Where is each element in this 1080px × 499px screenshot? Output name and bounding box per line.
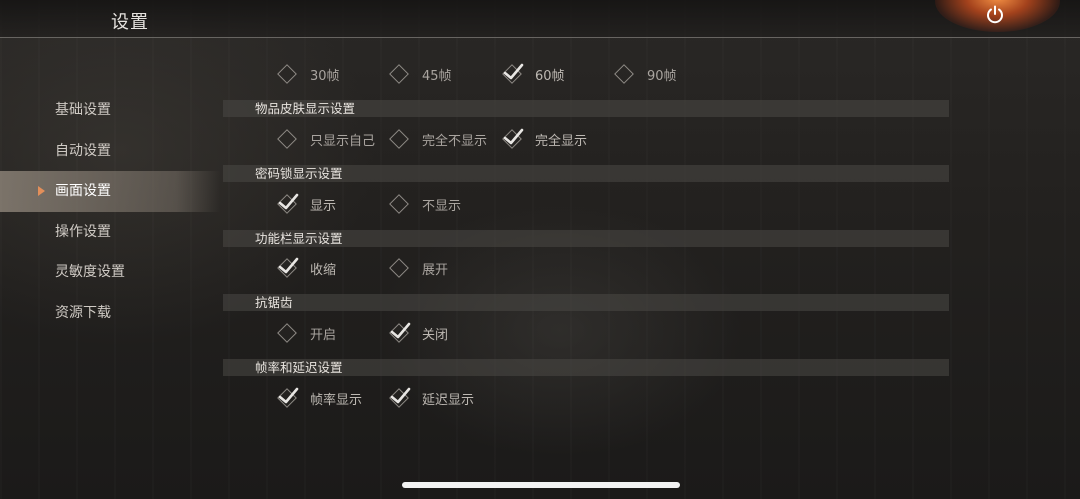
option-label: 显示 [310,198,337,214]
option-label: 收缩 [310,262,337,278]
home-indicator [402,482,680,488]
sidebar-item-label: 画面设置 [55,183,111,200]
checkbox [613,63,635,85]
sidebar-item-label: 基础设置 [55,102,111,118]
sidebar-item-label: 自动设置 [55,142,111,159]
sidebar-item-label: 灵敏度设置 [55,264,125,281]
checkbox [276,128,298,150]
option-latency-display[interactable]: 延迟显示 [388,387,474,409]
checkbox [388,257,410,279]
option-label: 90帧 [647,68,677,84]
section-header-fps-latency: 帧率和延迟设置 [223,359,949,376]
check-icon [503,128,524,145]
option-label: 30帧 [310,68,340,84]
check-icon [503,63,524,80]
sidebar-item-downloads[interactable]: 资源下载 [0,293,220,334]
option-lock-hide[interactable]: 不显示 [388,193,461,215]
checkbox [276,63,298,85]
option-label: 只显示自己 [310,133,376,149]
checkbox [388,63,410,85]
sidebar-item-display[interactable]: 画面设置 [0,171,220,212]
checkbox [388,387,411,409]
option-aa-on[interactable]: 开启 [276,322,336,344]
sidebar-item-sensitivity[interactable]: 灵敏度设置 [0,252,220,293]
diamond-icon [389,64,409,84]
checkbox [276,257,299,279]
option-label: 45帧 [422,68,452,84]
check-icon [278,193,299,210]
active-arrow-icon [38,186,45,197]
checkbox [388,128,410,150]
option-90fps[interactable]: 90帧 [613,63,677,85]
option-label: 展开 [422,262,449,278]
diamond-icon [389,194,409,214]
check-icon [390,387,411,404]
option-30fps[interactable]: 30帧 [276,63,340,85]
sidebar-item-auto[interactable]: 自动设置 [0,131,220,172]
diamond-icon [277,323,297,343]
settings-screen: 设置 基础设置 自动设置 画面设置 操作设置 灵敏度设置 资源下载 30帧 45… [0,0,1080,499]
option-lock-show[interactable]: 显示 [276,193,336,215]
checkbox [388,193,410,215]
option-show-self[interactable]: 只显示自己 [276,128,375,150]
top-bar: 设置 [0,0,1080,38]
section-header-item-skin: 物品皮肤显示设置 [223,100,949,117]
diamond-icon [389,129,409,149]
option-label: 开启 [310,327,337,343]
sidebar-item-basic[interactable]: 基础设置 [0,90,220,131]
checkbox [276,193,299,215]
option-60fps[interactable]: 60帧 [501,63,565,85]
check-icon [278,387,299,404]
section-header-function-bar: 功能栏显示设置 [223,230,949,247]
sidebar-item-label: 操作设置 [55,223,111,240]
option-fps-display[interactable]: 帧率显示 [276,387,362,409]
option-45fps[interactable]: 45帧 [388,63,452,85]
power-icon [987,5,1003,24]
option-label: 帧率显示 [310,392,363,408]
check-icon [278,257,299,274]
checkbox [501,63,524,85]
diamond-icon [277,64,297,84]
checkbox [276,387,299,409]
option-bar-expand[interactable]: 展开 [388,257,448,279]
section-header-anti-aliasing: 抗锯齿 [223,294,949,311]
option-aa-off[interactable]: 关闭 [388,322,448,344]
diamond-icon [389,258,409,278]
option-label: 关闭 [422,327,449,343]
option-label: 不显示 [422,198,462,214]
checkbox [501,128,524,150]
section-header-password-lock: 密码锁显示设置 [223,165,949,182]
page-title: 设置 [111,12,149,33]
sidebar-item-controls[interactable]: 操作设置 [0,212,220,253]
option-label: 延迟显示 [422,392,475,408]
sidebar-item-label: 资源下载 [55,304,111,321]
option-show-none[interactable]: 完全不显示 [388,128,487,150]
check-icon [390,322,411,339]
option-show-all[interactable]: 完全显示 [501,128,587,150]
option-label: 完全不显示 [422,133,488,149]
option-label: 完全显示 [535,133,588,149]
sidebar: 基础设置 自动设置 画面设置 操作设置 灵敏度设置 资源下载 [0,90,220,334]
diamond-icon [277,129,297,149]
option-label: 60帧 [535,68,565,84]
diamond-icon [614,64,634,84]
option-bar-collapse[interactable]: 收缩 [276,257,336,279]
checkbox [388,322,411,344]
checkbox [276,322,298,344]
power-button[interactable] [981,1,1009,29]
